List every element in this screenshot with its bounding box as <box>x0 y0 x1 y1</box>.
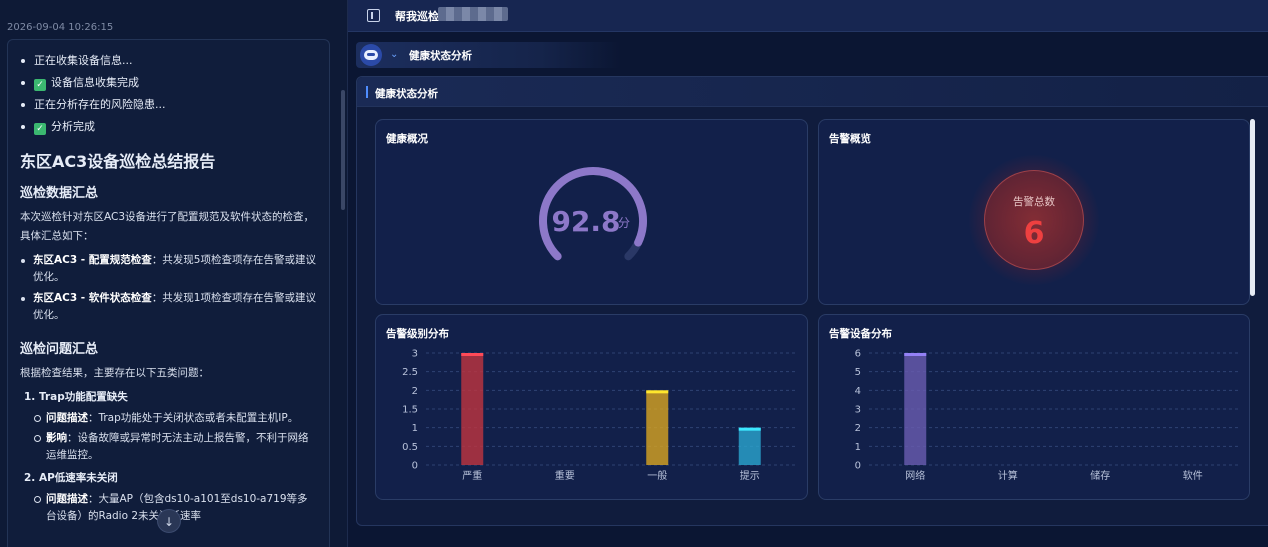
status-item: 正在收集设备信息... <box>20 52 317 74</box>
progress-list: 正在收集设备信息... ✓ 设备信息收集完成 正在分析存在的风险隐患... ✓ 分析… <box>20 52 317 140</box>
alarm-level-chart: 0 0.5 1 1.5 2 2.5 3 严重 重要 一般 提示 <box>402 349 796 482</box>
x-tick-label: 提示 <box>740 470 760 482</box>
conversation-title: 帮我巡检 <box>395 10 439 23</box>
x-tick-label: 计算 <box>998 469 1018 482</box>
alarm-device-chart: 0 1 2 3 4 5 6 网络 计算 储存 软件 <box>855 349 1239 482</box>
checkmark-icon: ✓ <box>34 123 46 135</box>
panel-title: 健康状态分析 <box>375 88 438 100</box>
card-title: 告警概览 <box>829 133 871 145</box>
robot-icon <box>360 44 382 66</box>
x-tick-label: 一般 <box>647 469 667 482</box>
list-item: 影响：设备故障或异常时无法主动上报告警，不利于网络运维监控。 <box>34 430 317 464</box>
chat-scrollbar[interactable] <box>341 90 345 210</box>
y-tick-label: 4 <box>855 386 861 397</box>
list-item: 问题描述：Trap功能处于关闭状态或者未配置主机IP。 <box>34 410 317 427</box>
chat-panel: 2026-09-04 10:26:15 正在收集设备信息... ✓ 设备信息收集完… <box>0 0 348 547</box>
bar[interactable] <box>738 427 761 465</box>
y-tick-label: 2.5 <box>402 367 418 378</box>
panel-scrollbar[interactable] <box>1250 119 1255 296</box>
redacted-text <box>438 7 508 21</box>
summary-list: 东区AC3 - 配置规范检查：共发现5项检查项存在告警或建议优化。 东区AC3 … <box>20 252 317 324</box>
y-tick-label: 0.5 <box>402 442 418 453</box>
message-timestamp: 2026-09-04 10:26:15 <box>7 22 114 33</box>
y-tick-label: 1 <box>412 423 418 434</box>
section-text: 根据检查结果，主要存在以下五类问题： <box>20 367 209 379</box>
y-tick-label: 5 <box>855 367 861 378</box>
bar-cap <box>904 353 927 356</box>
section-title: 巡检问题汇总 <box>20 342 99 357</box>
alarm-total-count: 6 <box>1023 216 1045 251</box>
x-tick-label: 软件 <box>1183 469 1203 482</box>
arrow-down-icon: ↓ <box>163 515 175 529</box>
x-tick-label: 重要 <box>555 469 575 482</box>
x-tick-label: 严重 <box>462 469 482 482</box>
status-item: 正在分析存在的风险隐患... <box>20 96 317 118</box>
bar-cap <box>646 390 669 394</box>
bar[interactable] <box>646 390 669 465</box>
analysis-step-header[interactable]: ⌄ 健康状态分析 <box>356 42 620 68</box>
y-tick-label: 1.5 <box>402 405 418 416</box>
bar-cap <box>461 353 484 356</box>
health-overview-card: 健康概况 92.8 分 <box>375 119 808 305</box>
chevron-double-down-icon[interactable]: ⌄ <box>390 47 398 63</box>
alarm-overview-card: 告警概览 告警总数 6 <box>818 119 1250 305</box>
title-accent-bar <box>366 86 368 98</box>
panel-header: 健康状态分析 <box>357 77 1268 107</box>
problem-title: 1. Trap功能配置缺失 <box>24 391 128 403</box>
analysis-step-label: 健康状态分析 <box>409 50 472 62</box>
y-tick-label: 2 <box>855 423 861 434</box>
x-tick-label: 储存 <box>1090 469 1110 482</box>
x-tick-label: 网络 <box>905 469 925 482</box>
assistant-message: 正在收集设备信息... ✓ 设备信息收集完成 正在分析存在的风险隐患... ✓ 分析… <box>7 39 330 547</box>
status-item: ✓ 分析完成 <box>20 118 317 140</box>
list-item: 东区AC3 - 配置规范检查：共发现5项检查项存在告警或建议优化。 <box>20 252 317 286</box>
section-title: 巡检数据汇总 <box>20 186 99 201</box>
y-tick-label: 0 <box>855 461 861 472</box>
list-item: 东区AC3 - 软件状态检查：共发现1项检查项存在告警或建议优化。 <box>20 290 317 324</box>
health-score: 92.8 <box>551 205 620 238</box>
alarm-device-chart-card: 告警设备分布 0 1 2 3 4 5 6 网络 计算 储存 软件 <box>818 314 1250 500</box>
report-title: 东区AC3设备巡检总结报告 <box>20 152 216 171</box>
y-tick-label: 3 <box>855 405 861 416</box>
section-text: 本次巡检针对东区AC3设备进行了配置规范及软件状态的检查，具体汇总如下： <box>20 211 315 242</box>
checkmark-icon: ✓ <box>34 79 46 91</box>
alarm-total-label: 告警总数 <box>1013 196 1055 208</box>
bar[interactable] <box>904 353 927 465</box>
problem-details: 问题描述：Trap功能处于关闭状态或者未配置主机IP。 影响：设备故障或异常时无… <box>34 410 317 464</box>
health-gauge: 92.8 分 <box>539 167 647 261</box>
scroll-down-button[interactable]: ↓ <box>157 509 181 533</box>
alarm-level-chart-card: 告警级别分布 0 0.5 1 1.5 2 2.5 3 严重 重要 一般 提示 <box>375 314 808 500</box>
problem-title: 2. AP低速率未关闭 <box>24 472 118 484</box>
sidebar-toggle-icon[interactable] <box>367 9 380 22</box>
health-score-unit: 分 <box>618 216 630 230</box>
bar-cap <box>738 427 761 431</box>
y-tick-label: 6 <box>855 349 861 360</box>
y-tick-label: 2 <box>412 386 418 397</box>
bar[interactable] <box>461 353 484 465</box>
y-tick-label: 3 <box>412 349 418 360</box>
y-tick-label: 1 <box>855 442 861 453</box>
y-tick-label: 0 <box>412 461 418 472</box>
status-item: ✓ 设备信息收集完成 <box>20 74 317 96</box>
